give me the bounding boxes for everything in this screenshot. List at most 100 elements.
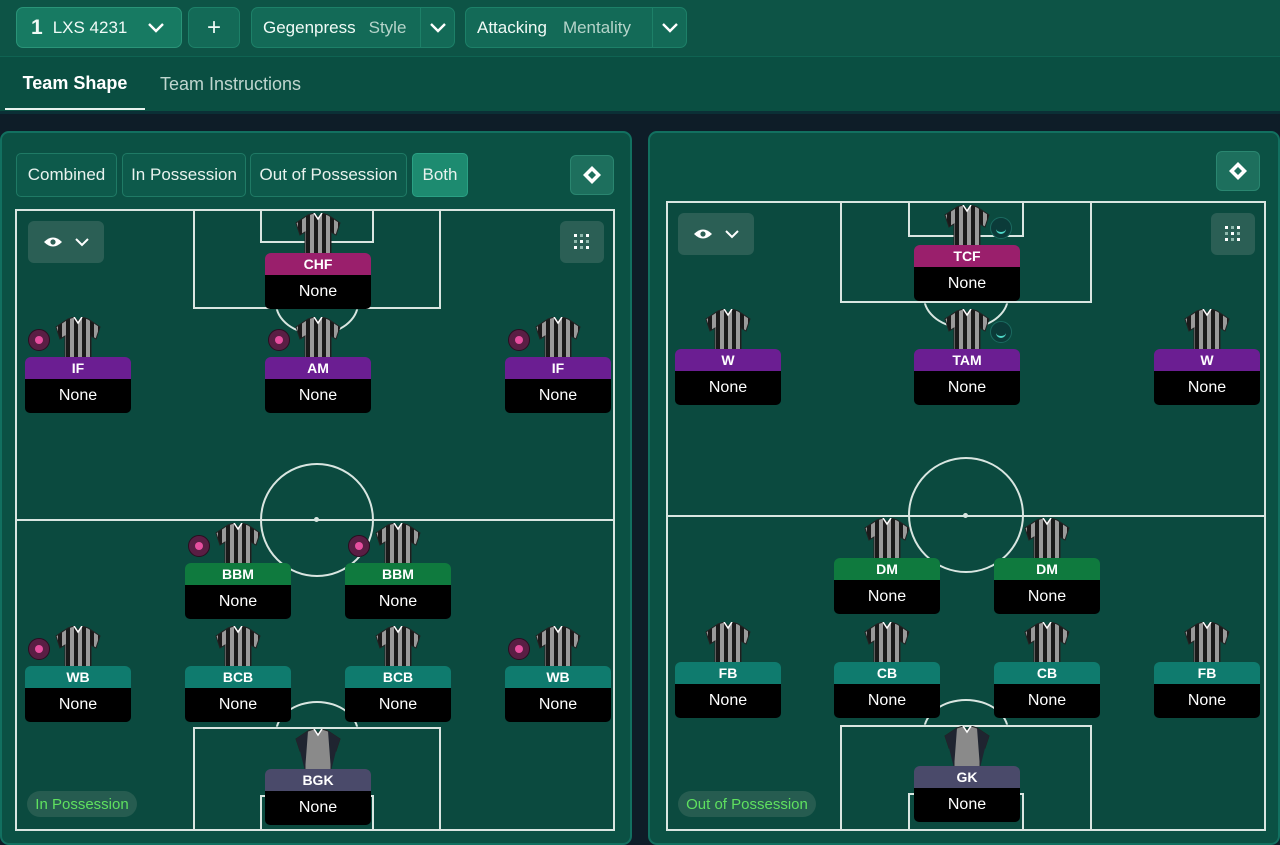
player-duty: None [185,688,291,722]
player-duty: None [675,684,781,718]
grid-icon [574,234,589,249]
grid-icon [1225,226,1240,241]
grid-view-button[interactable] [1211,213,1255,255]
player-duty: None [265,275,371,309]
player-duty: None [505,688,611,722]
player-role: W [1154,349,1260,371]
tab-team-instructions[interactable]: Team Instructions [160,58,320,110]
player-duty: None [345,688,451,722]
player-shirt-icon [54,317,102,359]
add-tactic-button[interactable]: + [188,7,240,48]
player-card[interactable]: W None [1154,309,1260,407]
eye-icon [694,229,712,239]
view-mode-label: Combined [27,165,106,184]
goalkeeper-shirt-icon [294,729,342,771]
player-card[interactable]: DM None [834,518,940,616]
eye-icon [44,237,62,247]
player-role: CHF [265,253,371,275]
visibility-toggle[interactable] [678,213,754,255]
player-role: BCB [185,666,291,688]
mentality-selector[interactable]: Attacking Mentality [465,7,687,48]
view-mode-in-possession[interactable]: In Possession [122,153,246,197]
player-role: GK [914,766,1020,788]
phase-label: In Possession [27,791,137,817]
top-toolbar: 1 LXS 4231 + Gegenpress Style Attacking … [0,0,1280,56]
player-trait-badge-icon [508,638,530,660]
view-mode-label: In Possession [131,165,237,184]
player-shirt-icon [1023,518,1071,560]
chevron-down-icon [661,22,678,33]
tab-label: Team Instructions [160,73,302,94]
player-duty: None [25,688,131,722]
chevron-down-icon [148,23,164,33]
player-duty: None [994,580,1100,614]
player-shirt-icon [534,317,582,359]
tab-team-shape[interactable]: Team Shape [5,58,145,110]
player-duty: None [914,788,1020,822]
view-mode-both[interactable]: Both [412,153,468,197]
player-role: W [675,349,781,371]
style-selector[interactable]: Gegenpress Style [251,7,455,48]
player-card[interactable]: TAM None [914,309,1020,407]
player-card[interactable]: AM None [265,317,371,415]
player-card[interactable]: TCF None [914,205,1020,303]
player-card[interactable]: GK None [914,726,1020,824]
player-card[interactable]: WB None [25,626,131,724]
player-role: BGK [265,769,371,791]
player-role: CB [834,662,940,684]
player-role: TCF [914,245,1020,267]
mentality-value: Attacking [477,17,547,37]
tactic-selector[interactable]: 1 LXS 4231 [16,7,182,48]
formation-settings-button[interactable] [570,155,614,195]
player-card[interactable]: BCB None [185,626,291,724]
view-mode-combined[interactable]: Combined [16,153,117,197]
player-card[interactable]: BGK None [265,729,371,827]
player-role: IF [505,357,611,379]
player-trait-badge-icon [28,329,50,351]
view-mode-out-of-possession[interactable]: Out of Possession [250,153,407,197]
player-card[interactable]: W None [675,309,781,407]
player-duty: None [914,267,1020,301]
player-role: FB [675,662,781,684]
player-role: WB [505,666,611,688]
center-spot [963,513,968,518]
mentality-dropdown-toggle[interactable] [652,8,686,47]
player-card[interactable]: WB None [505,626,611,724]
grid-view-button[interactable] [560,221,604,263]
player-role: BCB [345,666,451,688]
player-shirt-icon [704,309,752,351]
player-card[interactable]: IF None [505,317,611,415]
player-duty: None [834,580,940,614]
player-card[interactable]: BBM None [345,523,451,621]
player-trait-badge-icon [990,321,1012,343]
phase-label: Out of Possession [678,791,816,817]
player-role: DM [994,558,1100,580]
player-card[interactable]: IF None [25,317,131,415]
player-trait-badge-icon [268,329,290,351]
player-card[interactable]: BCB None [345,626,451,724]
player-card[interactable]: DM None [994,518,1100,616]
player-card[interactable]: CB None [994,622,1100,720]
player-duty: None [345,585,451,619]
visibility-toggle[interactable] [28,221,104,263]
player-duty: None [914,371,1020,405]
player-shirt-icon [294,213,342,255]
player-role: TAM [914,349,1020,371]
player-role: DM [834,558,940,580]
in-possession-panel: Combined In Possession Out of Possession… [0,131,632,845]
player-card[interactable]: FB None [675,622,781,720]
player-shirt-icon [943,205,991,247]
player-card[interactable]: FB None [1154,622,1260,720]
center-spot [314,517,319,522]
player-role: WB [25,666,131,688]
player-card[interactable]: CB None [834,622,940,720]
player-duty: None [675,371,781,405]
player-trait-badge-icon [188,535,210,557]
style-label: Style [368,17,407,37]
tactics-board-icon [583,166,601,184]
player-shirt-icon [1183,309,1231,351]
style-dropdown-toggle[interactable] [420,8,454,47]
player-card[interactable]: CHF None [265,213,371,311]
player-card[interactable]: BBM None [185,523,291,621]
formation-settings-button[interactable] [1216,151,1260,191]
